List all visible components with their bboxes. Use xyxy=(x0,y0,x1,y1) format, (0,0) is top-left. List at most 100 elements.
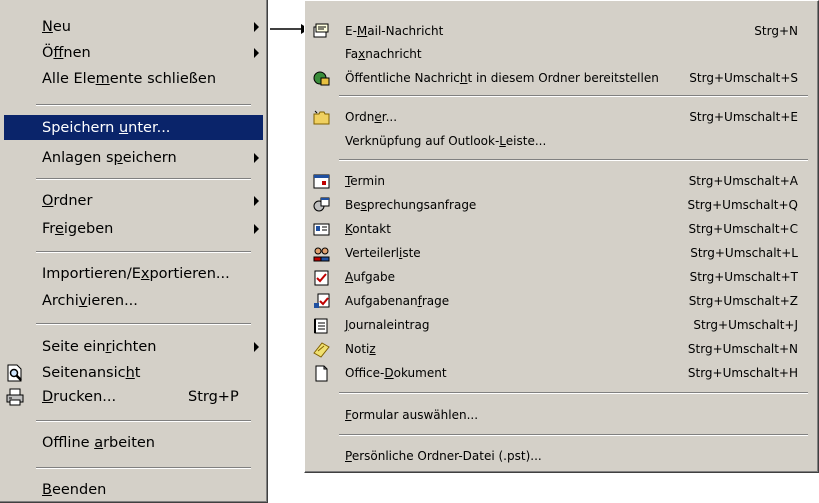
menu-item-seitenansicht[interactable]: Seitenansicht xyxy=(0,360,267,385)
submenu-item-journaleintrag[interactable]: Journaleintrag Strg+Umschalt+J xyxy=(305,313,818,337)
menu-item-label: E-Mail-Nachricht xyxy=(345,24,444,38)
menu-item-label: Ordner xyxy=(42,192,93,209)
submenu-item-office-dokument[interactable]: Office-Dokument Strg+Umschalt+H xyxy=(305,361,818,385)
menu-item-shortcut: Strg+Umschalt+Z xyxy=(688,294,798,308)
menu-item-label: Kontakt xyxy=(345,222,391,236)
submenu-arrow-icon xyxy=(254,21,259,32)
menu-item-shortcut: Strg+Umschalt+E xyxy=(689,110,798,124)
submenu-item-aufgabe[interactable]: Aufgabe Strg+Umschalt+T xyxy=(305,265,818,289)
submenu-item-verteilerliste[interactable]: Verteilerliste Strg+Umschalt+L xyxy=(305,241,818,265)
menu-item-label: Aufgabenanfrage xyxy=(345,294,450,308)
submenu-item-email-nachricht[interactable]: E-Mail-Nachricht Strg+N xyxy=(305,19,818,43)
menu-separator xyxy=(36,467,251,469)
menu-item-speichern-unter[interactable]: Speichern unter... xyxy=(4,115,263,140)
menu-item-archivieren[interactable]: Archivieren... xyxy=(0,288,267,313)
email-message-icon xyxy=(313,23,329,37)
menu-separator xyxy=(339,434,808,436)
menu-item-label: Neu xyxy=(42,18,71,35)
contact-card-icon xyxy=(313,223,330,235)
menu-item-label: Anlagen speichern xyxy=(42,149,177,166)
submenu-arrow-icon xyxy=(254,223,259,234)
menu-item-ordner[interactable]: Ordner xyxy=(0,188,267,213)
menu-item-seite-einrichten[interactable]: Seite einrichten xyxy=(0,334,267,359)
submenu-arrow-icon xyxy=(254,341,259,352)
menu-item-label: Office-Dokument xyxy=(345,366,447,380)
submenu-item-kontakt[interactable]: Kontakt Strg+Umschalt+C xyxy=(305,217,818,241)
menu-item-shortcut: Strg+Umschalt+J xyxy=(693,318,798,332)
menu-item-shortcut: Strg+Umschalt+L xyxy=(690,246,798,260)
submenu-item-faxnachricht[interactable]: Faxnachricht xyxy=(305,42,818,66)
menu-item-beenden[interactable]: Beenden xyxy=(0,477,267,502)
menu-item-label: Verteilerliste xyxy=(345,246,421,260)
menu-item-oeffnen[interactable]: Öffnen xyxy=(0,40,267,65)
distribution-list-icon xyxy=(313,247,330,261)
public-post-icon xyxy=(313,71,330,85)
submenu-item-persoenliche-ordner-datei[interactable]: Persönliche Ordner-Datei (.pst)... xyxy=(305,444,818,468)
menu-item-label: Alle Elemente schließen xyxy=(42,70,217,87)
menu-item-shortcut: Strg+N xyxy=(754,24,798,38)
menu-item-neu[interactable]: Neu xyxy=(0,14,267,39)
menu-separator xyxy=(36,420,251,422)
menu-separator xyxy=(339,392,808,394)
menu-item-label: Aufgabe xyxy=(345,270,396,284)
office-document-icon xyxy=(315,365,328,381)
task-icon xyxy=(314,270,329,285)
submenu-arrow-icon xyxy=(254,195,259,206)
menu-item-label: Faxnachricht xyxy=(345,47,422,61)
menu-item-label: Beenden xyxy=(42,481,107,498)
menu-item-label: Ordner... xyxy=(345,110,398,124)
menu-item-label: Seite einrichten xyxy=(42,338,157,355)
menu-separator xyxy=(339,95,808,97)
menu-item-label: Öffentliche Nachricht in diesem Ordner b… xyxy=(345,71,659,85)
calendar-icon xyxy=(313,174,330,188)
menu-item-offline-arbeiten[interactable]: Offline arbeiten xyxy=(0,430,267,455)
menu-item-label: Importieren/Exportieren... xyxy=(42,265,230,282)
submenu-arrow-icon xyxy=(254,47,259,58)
print-preview-icon xyxy=(7,364,22,381)
submenu-item-ordner[interactable]: Ordner... Strg+Umschalt+E xyxy=(305,105,818,129)
menu-item-label: Speichern unter... xyxy=(42,119,171,136)
menu-item-shortcut: Strg+Umschalt+A xyxy=(688,174,798,188)
menu-item-label: Besprechungsanfrage xyxy=(345,198,477,212)
menu-item-label: Persönliche Ordner-Datei (.pst)... xyxy=(345,449,542,463)
printer-icon xyxy=(6,388,24,405)
menu-item-label: Verknüpfung auf Outlook-Leiste... xyxy=(345,134,547,148)
submenu-item-verknuepfung-outlook-leiste[interactable]: Verknüpfung auf Outlook-Leiste... xyxy=(305,129,818,153)
menu-item-drucken[interactable]: Drucken... Strg+P xyxy=(0,384,267,409)
submenu-item-notiz[interactable]: Notiz Strg+Umschalt+N xyxy=(305,337,818,361)
menu-item-shortcut: Strg+Umschalt+N xyxy=(687,342,798,356)
menu-item-shortcut: Strg+Umschalt+H xyxy=(687,366,798,380)
menu-item-freigeben[interactable]: Freigeben xyxy=(0,216,267,241)
menu-item-label: Drucken... xyxy=(42,388,117,405)
menu-item-label: Termin xyxy=(345,174,386,188)
menu-item-label: Öffnen xyxy=(42,44,91,61)
menu-item-anlagen-speichern[interactable]: Anlagen speichern xyxy=(0,145,267,170)
menu-item-shortcut: Strg+Umschalt+T xyxy=(689,270,798,284)
meeting-request-icon xyxy=(313,197,330,211)
menu-item-shortcut: Strg+Umschalt+C xyxy=(688,222,798,236)
menu-item-label: Offline arbeiten xyxy=(42,434,155,451)
menu-item-shortcut: Strg+Umschalt+S xyxy=(689,71,798,85)
submenu-item-formular-auswaehlen[interactable]: Formular auswählen... xyxy=(305,403,818,427)
submenu-item-oeffentliche-nachricht[interactable]: Öffentliche Nachricht in diesem Ordner b… xyxy=(305,66,818,90)
menu-item-label: Seitenansicht xyxy=(42,364,141,381)
menu-separator xyxy=(36,323,251,325)
menu-item-importieren-exportieren[interactable]: Importieren/Exportieren... xyxy=(0,261,267,286)
menu-item-alle-elemente-schliessen[interactable]: Alle Elemente schließen xyxy=(0,66,267,91)
folder-icon xyxy=(313,110,330,124)
menu-item-label: Journaleintrag xyxy=(345,318,430,332)
submenu-item-besprechungsanfrage[interactable]: Besprechungsanfrage Strg+Umschalt+Q xyxy=(305,193,818,217)
file-menu: Neu Öffnen Alle Elemente schließen Speic… xyxy=(0,0,268,503)
menu-item-label: Freigeben xyxy=(42,220,114,237)
task-request-icon xyxy=(314,293,330,308)
submenu-item-termin[interactable]: Termin Strg+Umschalt+A xyxy=(305,169,818,193)
menu-item-shortcut: Strg+P xyxy=(188,388,239,405)
menu-item-label: Archivieren... xyxy=(42,292,138,309)
menu-separator xyxy=(36,178,251,180)
menu-item-shortcut: Strg+Umschalt+Q xyxy=(687,198,798,212)
note-icon xyxy=(313,341,330,358)
menu-item-label: Notiz xyxy=(345,342,376,356)
new-submenu: E-Mail-Nachricht Strg+N Faxnachricht Öff… xyxy=(304,0,819,473)
menu-separator xyxy=(36,104,251,106)
submenu-item-aufgabenanfrage[interactable]: Aufgabenanfrage Strg+Umschalt+Z xyxy=(305,289,818,313)
